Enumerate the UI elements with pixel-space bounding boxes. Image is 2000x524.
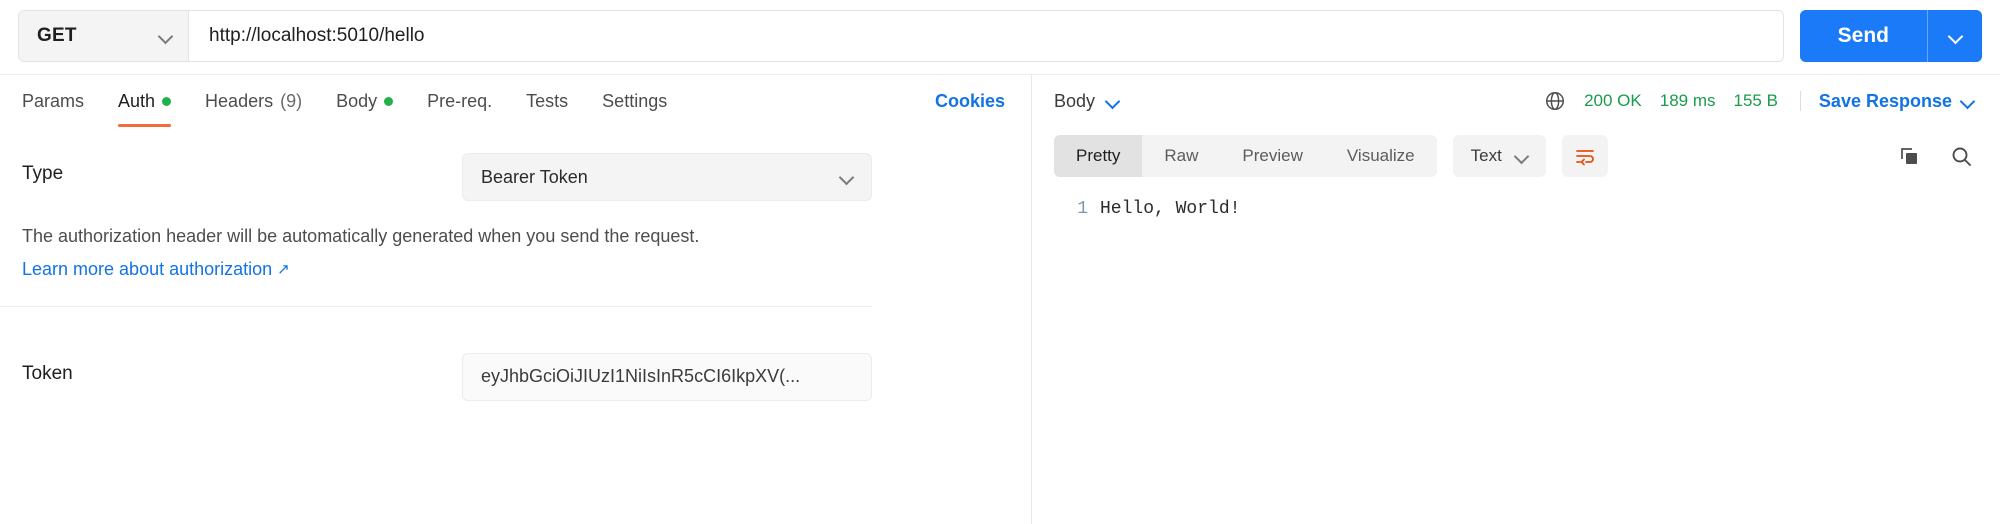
learn-more-label: Learn more about authorization: [22, 258, 273, 279]
auth-token-control: eyJhbGciOiJIUzI1NiIsInR5cCI6IkpXV(...: [462, 352, 872, 401]
word-wrap-icon: [1575, 150, 1594, 166]
response-format-label: Text: [1470, 146, 1502, 165]
section-divider: [0, 305, 872, 307]
globe-icon: [1546, 92, 1565, 110]
status-dot-icon: [162, 96, 172, 106]
auth-note-text: The authorization header will be automat…: [22, 226, 700, 246]
response-header: Body 200 OK 189 ms 155 B Save Response: [1032, 75, 2000, 127]
send-options-button[interactable]: [1928, 10, 1982, 62]
http-method-select[interactable]: GET: [19, 11, 189, 61]
request-pane: Params Auth Headers (9) Body Pre-req. Te…: [0, 75, 1032, 524]
response-body-content[interactable]: 1 Hello, World!: [1032, 185, 2000, 524]
auth-type-value: Bearer Token: [481, 166, 588, 187]
send-button-group: Send: [1799, 10, 1982, 62]
tab-body[interactable]: Body: [319, 75, 410, 127]
response-size: 155 B: [1733, 91, 1778, 110]
tab-settings[interactable]: Settings: [585, 75, 684, 127]
tab-count: (9): [280, 90, 303, 111]
save-response-label: Save Response: [1818, 90, 1952, 111]
external-link-arrow-icon: ↗: [277, 260, 290, 278]
tab-raw[interactable]: Raw: [1142, 135, 1220, 177]
line-text: Hello, World!: [1100, 199, 1241, 219]
tab-auth[interactable]: Auth: [101, 75, 188, 127]
tab-tests[interactable]: Tests: [509, 75, 585, 127]
response-view-controls: Pretty Raw Preview Visualize Text: [1054, 135, 1608, 177]
chevron-down-icon: [1961, 95, 1974, 108]
auth-type-select[interactable]: Bearer Token: [462, 153, 872, 201]
tab-label: Params: [22, 90, 85, 111]
response-body-select[interactable]: Body: [1054, 91, 1119, 112]
tab-params[interactable]: Params: [22, 75, 101, 127]
auth-type-control: Bearer Token: [462, 153, 872, 201]
response-meta: 200 OK 189 ms 155 B Save Response: [1544, 90, 1974, 112]
tab-label: Body: [336, 90, 378, 111]
tab-label: Auth: [118, 90, 156, 111]
request-tabbar: Params Auth Headers (9) Body Pre-req. Te…: [0, 75, 1031, 127]
api-client-window: GET http://localhost:5010/hello Send Par…: [0, 0, 2000, 524]
copy-icon: [1901, 148, 1917, 164]
chevron-down-icon: [159, 30, 172, 43]
url-input[interactable]: http://localhost:5010/hello: [189, 11, 1783, 61]
tab-pre-request[interactable]: Pre-req.: [410, 75, 509, 127]
status-code: 200 OK: [1584, 91, 1642, 110]
response-pane: Body 200 OK 189 ms 155 B Save Response P…: [1032, 75, 2000, 524]
request-tabs: Params Auth Headers (9) Body Pre-req. Te…: [22, 75, 684, 127]
tab-preview[interactable]: Preview: [1220, 135, 1324, 177]
url-input-group: GET http://localhost:5010/hello: [18, 10, 1784, 62]
response-actions: [1896, 143, 1974, 169]
status-dot-icon: [384, 96, 394, 106]
auth-token-row: Token eyJhbGciOiJIUzI1NiIsInR5cCI6IkpXV(…: [0, 352, 1031, 401]
learn-more-link[interactable]: Learn more about authorization ↗: [22, 259, 290, 280]
auth-panel: Type Bearer Token The authorization head…: [0, 127, 1031, 524]
http-method-label: GET: [37, 25, 77, 46]
main-split: Params Auth Headers (9) Body Pre-req. Te…: [0, 74, 2000, 524]
meta-divider: [1799, 91, 1801, 111]
tab-visualize[interactable]: Visualize: [1325, 135, 1437, 177]
search-button[interactable]: [1948, 143, 1974, 169]
response-body-label: Body: [1054, 90, 1096, 111]
tab-label: Headers: [205, 90, 274, 111]
cookies-link[interactable]: Cookies: [935, 75, 1009, 127]
auth-type-label: Type: [22, 163, 64, 184]
tab-headers[interactable]: Headers (9): [188, 75, 319, 127]
auth-type-row: Type Bearer Token: [0, 153, 1031, 201]
response-view-tabs: Pretty Raw Preview Visualize: [1054, 135, 1437, 177]
response-format-select[interactable]: Text: [1452, 135, 1546, 177]
auth-token-label: Token: [22, 362, 73, 384]
auth-note: The authorization header will be automat…: [0, 205, 1031, 280]
chevron-down-icon: [840, 171, 853, 184]
response-viewbar: Pretty Raw Preview Visualize Text: [1032, 127, 2000, 185]
copy-button[interactable]: [1896, 143, 1922, 169]
token-input[interactable]: eyJhbGciOiJIUzI1NiIsInR5cCI6IkpXV(...: [462, 352, 872, 401]
tab-label: Settings: [602, 90, 668, 111]
response-time: 189 ms: [1659, 91, 1716, 110]
tab-label: Pre-req.: [427, 90, 493, 111]
code-line: 1 Hello, World!: [1032, 199, 2000, 219]
tab-pretty[interactable]: Pretty: [1054, 135, 1143, 177]
request-url-bar: GET http://localhost:5010/hello Send: [0, 0, 2000, 74]
chevron-down-icon: [1515, 150, 1528, 163]
word-wrap-button[interactable]: [1561, 135, 1608, 177]
send-button[interactable]: Send: [1799, 10, 1927, 62]
line-number: 1: [1077, 199, 1088, 219]
chevron-down-icon: [1949, 30, 1962, 43]
tab-label: Tests: [526, 90, 569, 111]
search-icon: [1952, 147, 1971, 166]
chevron-down-icon: [1106, 95, 1119, 108]
save-response-button[interactable]: Save Response: [1819, 91, 1974, 112]
